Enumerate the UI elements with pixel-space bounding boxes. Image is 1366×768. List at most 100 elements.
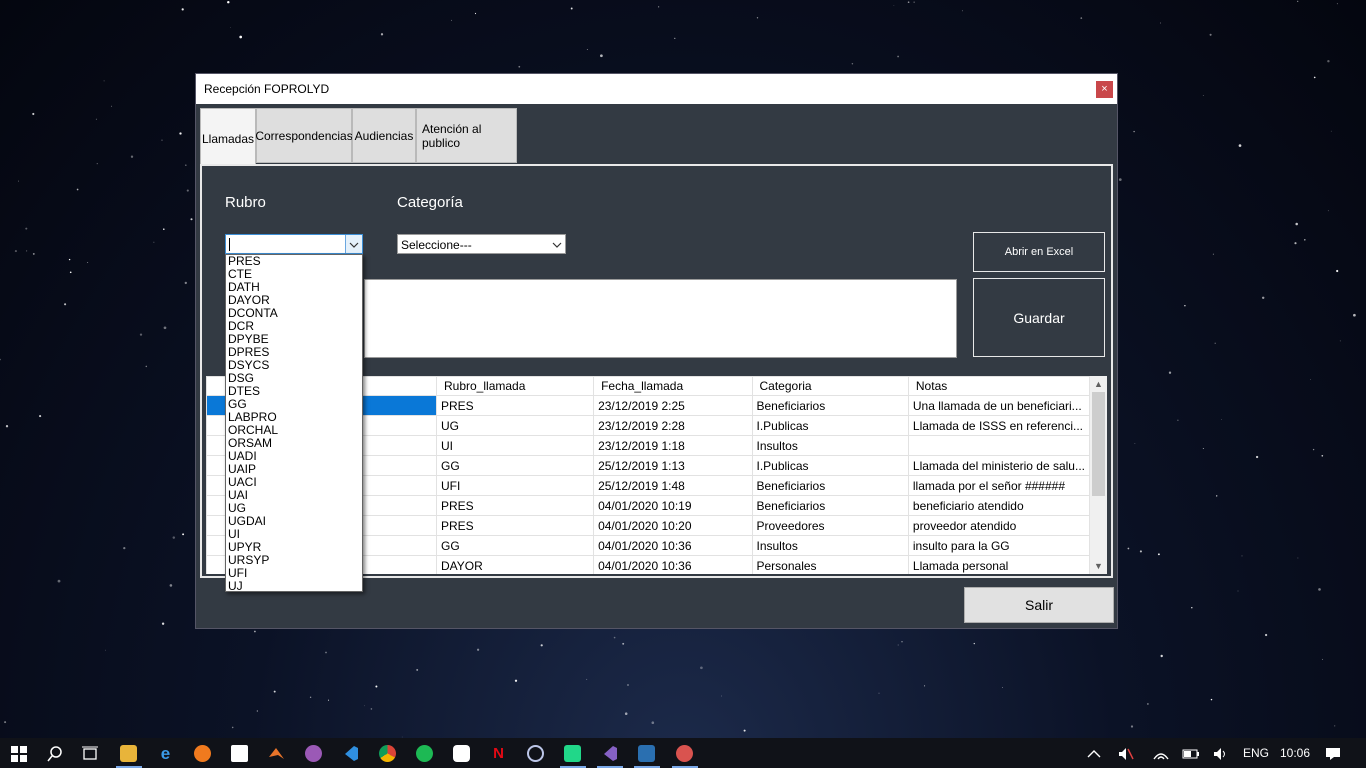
table-cell[interactable]: Llamada personal (907, 555, 1090, 574)
vscode-icon[interactable] (342, 745, 359, 762)
star (186, 189, 189, 192)
star (1297, 0, 1299, 3)
speaker-icon[interactable] (1213, 738, 1229, 768)
eclipse-icon[interactable] (527, 745, 544, 762)
table-cell[interactable]: 04/01/2020 10:36 (593, 555, 753, 574)
star (721, 695, 722, 697)
table-cell[interactable]: I.Publicas (751, 455, 909, 476)
tab-llamadas[interactable]: Llamadas (200, 108, 256, 168)
star (161, 139, 163, 141)
table-cell[interactable]: UI (435, 435, 595, 456)
table-cell[interactable]: Personales (751, 555, 909, 574)
app-running-icon[interactable] (638, 745, 655, 762)
table-cell[interactable]: Una llamada de un beneficiari... (907, 395, 1090, 416)
table-cell[interactable]: PRES (435, 395, 595, 416)
categoria-combobox[interactable]: Seleccione--- (397, 234, 566, 254)
star (1237, 590, 1239, 592)
table-cell[interactable]: 25/12/2019 1:48 (593, 475, 753, 496)
rubro-dropdown-list[interactable]: PRES CTE DATH DAYOR DCONTA DCR DPYBE DPRES DSYCS… (225, 254, 363, 593)
app-icon[interactable] (305, 745, 322, 762)
column-header[interactable]: Fecha_llamada (593, 376, 753, 396)
task-view-icon[interactable] (81, 745, 98, 762)
table-cell[interactable]: Proveedores (751, 515, 909, 536)
star (540, 644, 543, 647)
table-cell[interactable]: beneficiario atendido (907, 495, 1090, 516)
notifications-icon[interactable] (1325, 738, 1341, 768)
tab-audiencias[interactable]: Audiencias (352, 108, 416, 163)
firefox-icon[interactable] (194, 745, 211, 762)
dropdown-option[interactable]: UFI (226, 567, 362, 580)
tab-atencion-al-publico[interactable]: Atención al publico (416, 108, 517, 163)
chevron-down-icon[interactable] (345, 235, 362, 253)
star (1336, 269, 1339, 273)
table-cell[interactable]: Insultos (751, 435, 909, 456)
close-button[interactable]: × (1096, 81, 1113, 98)
table-cell[interactable]: GG (435, 535, 595, 556)
table-cell[interactable]: Insultos (751, 535, 909, 556)
table-cell[interactable]: 25/12/2019 1:13 (593, 455, 753, 476)
scroll-down-icon[interactable]: ▼ (1090, 558, 1107, 574)
title-bar[interactable]: Recepción FOPROLYD × (196, 74, 1117, 104)
store-icon[interactable] (231, 745, 248, 762)
salir-button[interactable]: Salir (964, 587, 1114, 623)
wifi-icon[interactable] (1153, 738, 1169, 768)
star (1133, 130, 1135, 133)
table-cell[interactable]: Beneficiarios (751, 495, 909, 516)
notas-textarea[interactable] (364, 279, 957, 358)
file-explorer-icon[interactable] (120, 745, 137, 762)
table-cell[interactable]: 04/01/2020 10:36 (593, 535, 753, 556)
column-header[interactable]: Notas (907, 376, 1090, 396)
table-cell[interactable]: DAYOR (435, 555, 595, 574)
grid-vertical-scrollbar[interactable]: ▲ ▼ (1090, 376, 1107, 574)
pycharm-icon[interactable] (564, 745, 581, 762)
edge-icon[interactable]: e (157, 744, 174, 763)
scroll-thumb[interactable] (1092, 392, 1105, 496)
dropdown-option[interactable]: UGDAI (226, 515, 362, 528)
spotify-icon[interactable] (416, 745, 433, 762)
table-cell[interactable]: UFI (435, 475, 595, 496)
visual-studio-icon[interactable] (601, 745, 618, 762)
battery-icon[interactable] (1182, 738, 1200, 768)
chevron-up-icon[interactable] (1087, 738, 1101, 768)
table-cell[interactable]: 04/01/2020 10:19 (593, 495, 753, 516)
table-cell[interactable]: UG (435, 415, 595, 436)
star (1209, 33, 1212, 36)
table-cell[interactable]: PRES (435, 495, 595, 516)
volume-muted-icon[interactable] (1118, 738, 1134, 768)
matlab-icon[interactable] (268, 745, 285, 762)
dropdown-option[interactable]: UJ (226, 580, 362, 593)
dropdown-option[interactable]: UAI (226, 489, 362, 502)
slack-icon[interactable] (453, 745, 470, 762)
chrome-icon[interactable] (379, 745, 396, 762)
tab-correspondencias[interactable]: Correspondencias (255, 108, 353, 163)
scroll-up-icon[interactable]: ▲ (1090, 376, 1107, 392)
table-cell[interactable]: Beneficiarios (751, 395, 909, 416)
table-cell[interactable]: insulto para la GG (907, 535, 1090, 556)
table-cell[interactable]: GG (435, 455, 595, 476)
table-cell[interactable]: 23/12/2019 2:28 (593, 415, 753, 436)
rubro-combobox[interactable] (225, 234, 363, 254)
table-cell[interactable]: 04/01/2020 10:20 (593, 515, 753, 536)
table-cell[interactable]: llamada por el señor ###### (907, 475, 1090, 496)
table-cell[interactable]: 23/12/2019 2:25 (593, 395, 753, 416)
column-header[interactable]: Categoria (751, 376, 909, 396)
windows-start-icon[interactable] (10, 745, 27, 762)
table-cell[interactable]: Llamada de ISSS en referenci... (907, 415, 1090, 436)
netflix-icon[interactable]: N (490, 745, 507, 762)
table-cell[interactable]: 23/12/2019 1:18 (593, 435, 753, 456)
app-running-icon-2[interactable] (676, 745, 693, 762)
star (1139, 550, 1142, 553)
abrir-excel-button[interactable]: Abrir en Excel (973, 232, 1105, 272)
table-cell[interactable]: Llamada del ministerio de salu... (907, 455, 1090, 476)
search-icon[interactable] (46, 745, 63, 762)
table-cell[interactable] (907, 435, 1090, 456)
clock[interactable]: 10:06 (1280, 738, 1310, 768)
table-cell[interactable]: Beneficiarios (751, 475, 909, 496)
chevron-down-icon[interactable] (549, 235, 565, 253)
table-cell[interactable]: proveedor atendido (907, 515, 1090, 536)
column-header[interactable]: Rubro_llamada (435, 376, 595, 396)
language-indicator[interactable]: ENG (1243, 738, 1269, 768)
table-cell[interactable]: I.Publicas (751, 415, 909, 436)
guardar-button[interactable]: Guardar (973, 278, 1105, 357)
table-cell[interactable]: PRES (435, 515, 595, 536)
